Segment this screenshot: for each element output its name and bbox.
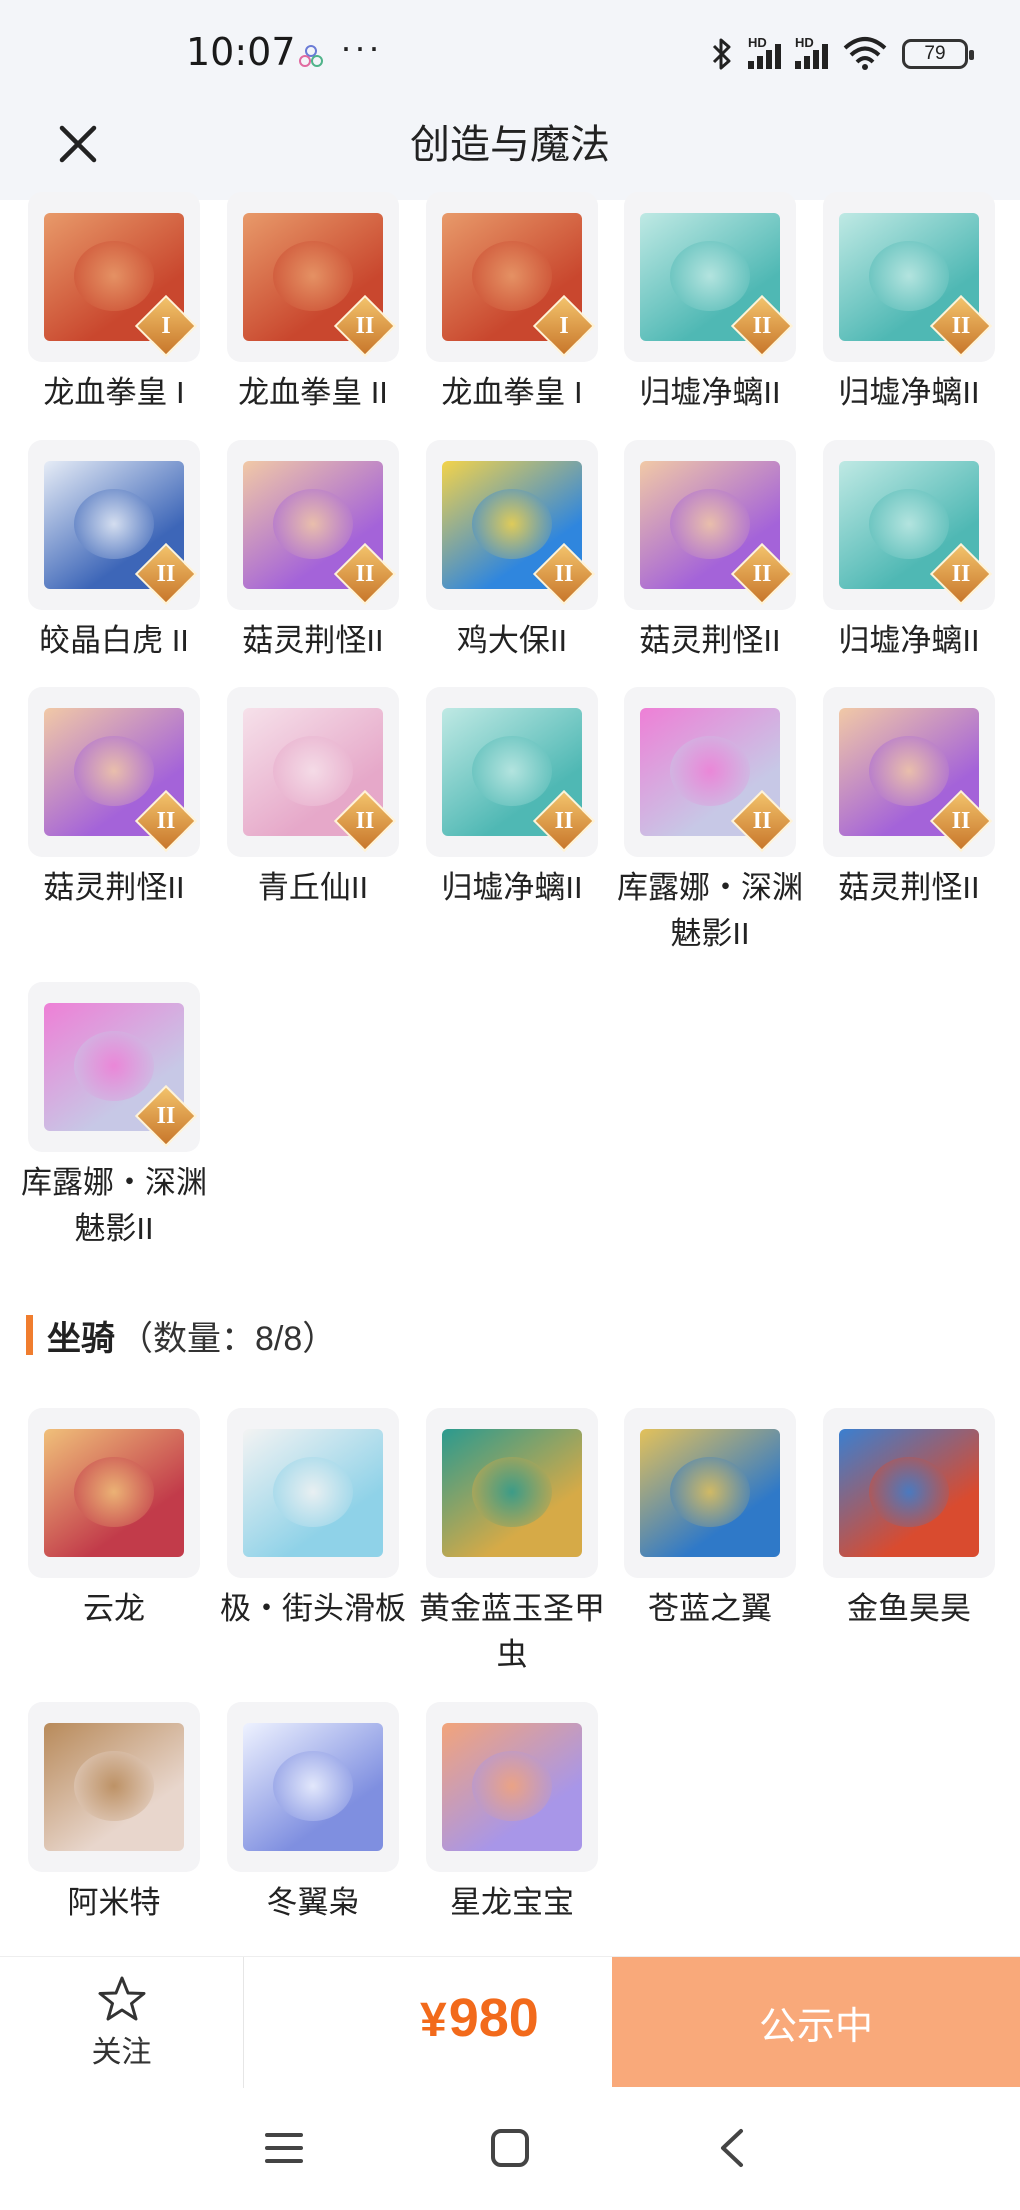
system-nav-bar: [0, 2088, 1020, 2210]
item-artwork: [442, 1429, 582, 1557]
price-value: 980: [448, 1988, 539, 2048]
star-icon: [98, 1976, 145, 2021]
mount-item[interactable]: 黄金蓝玉圣甲虫: [419, 1408, 605, 1678]
mount-name: 黄金蓝玉圣甲虫: [419, 1591, 605, 1672]
mount-thumbnail: [426, 1408, 598, 1578]
item-artwork: [839, 1429, 979, 1557]
item-artwork: [640, 1429, 780, 1557]
mount-thumbnail: [823, 1408, 995, 1578]
item-artwork-highlight: [74, 1751, 154, 1821]
home-icon: [491, 2129, 529, 2167]
mount-name: 金鱼昊昊: [847, 1591, 971, 1626]
item-artwork-highlight: [472, 1751, 552, 1821]
mount-item[interactable]: 云龙: [28, 1408, 200, 1632]
mount-name: 苍蓝之翼: [648, 1591, 772, 1626]
mount-name: 冬翼枭: [266, 1885, 360, 1920]
public-notice-button[interactable]: 公示中: [612, 1957, 1020, 2087]
item-artwork-highlight: [472, 1457, 552, 1527]
nav-home-button[interactable]: [480, 2118, 540, 2178]
item-artwork: [243, 1429, 383, 1557]
mount-item[interactable]: 极・街头滑板: [220, 1408, 406, 1632]
item-artwork-highlight: [869, 1457, 949, 1527]
nav-back-button[interactable]: [702, 2118, 762, 2178]
mount-item[interactable]: 星龙宝宝: [426, 1702, 598, 1926]
item-artwork: [243, 1723, 383, 1851]
mount-item[interactable]: 阿米特: [28, 1702, 200, 1926]
nav-menu-button[interactable]: [254, 2118, 314, 2178]
item-artwork-highlight: [670, 1457, 750, 1527]
mount-item[interactable]: 金鱼昊昊: [823, 1408, 995, 1632]
mount-thumbnail: [227, 1408, 399, 1578]
mount-thumbnail: [227, 1702, 399, 1872]
price: ¥980: [420, 1987, 539, 2049]
item-artwork-highlight: [74, 1457, 154, 1527]
mount-name: 星龙宝宝: [450, 1885, 574, 1920]
back-icon: [721, 2129, 743, 2167]
mount-name: 极・街头滑板: [220, 1591, 406, 1626]
mount-thumbnail: [28, 1408, 200, 1578]
mount-thumbnail: [624, 1408, 796, 1578]
mount-name: 阿米特: [67, 1885, 161, 1920]
item-artwork: [442, 1723, 582, 1851]
price-symbol: ¥: [420, 1994, 447, 2047]
menu-icon: [265, 2133, 303, 2163]
item-artwork-highlight: [273, 1457, 353, 1527]
mount-item[interactable]: 苍蓝之翼: [624, 1408, 796, 1632]
mount-thumbnail: [28, 1702, 200, 1872]
follow-label: 关注: [91, 2036, 152, 2069]
item-artwork: [44, 1429, 184, 1557]
item-artwork: [44, 1723, 184, 1851]
item-artwork-highlight: [273, 1751, 353, 1821]
mounts-grid: 云龙 极・街头滑板 黄金蓝玉圣甲虫 苍蓝之翼 金鱼昊昊阿米特 冬翼枭 星龙宝宝: [0, 0, 1020, 1950]
mount-thumbnail: [426, 1702, 598, 1872]
mount-name: 云龙: [83, 1591, 145, 1626]
mount-item[interactable]: 冬翼枭: [227, 1702, 399, 1926]
bottom-action-bar: 关注 ¥980 公示中: [0, 1956, 1020, 2089]
follow-button[interactable]: 关注: [0, 1957, 244, 2089]
